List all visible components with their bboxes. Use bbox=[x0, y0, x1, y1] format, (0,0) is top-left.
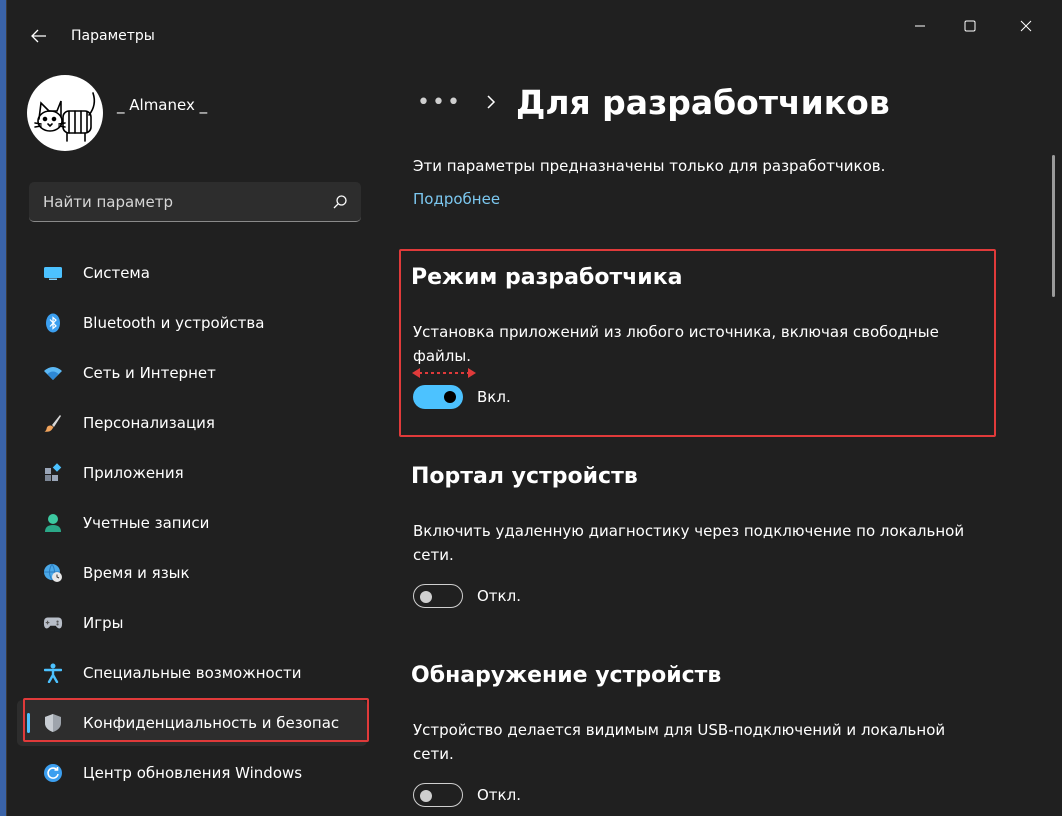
section-title-device-discovery: Обнаружение устройств bbox=[411, 663, 722, 688]
toggle-knob bbox=[420, 591, 432, 603]
gamepad-icon bbox=[43, 613, 63, 633]
close-icon bbox=[1020, 20, 1032, 32]
maximize-icon bbox=[964, 20, 976, 32]
sidebar-item-privacy-security[interactable]: Конфиденциальность и безопас bbox=[17, 700, 367, 746]
minimize-button[interactable] bbox=[897, 10, 943, 42]
page-title: Для разработчиков bbox=[515, 82, 890, 122]
sidebar-item-label: Bluetooth и устройства bbox=[83, 314, 265, 332]
section-title-developer-mode: Режим разработчика bbox=[411, 265, 683, 290]
active-indicator bbox=[27, 713, 30, 733]
sidebar-item-label: Центр обновления Windows bbox=[83, 764, 303, 782]
apps-icon bbox=[43, 463, 63, 483]
device-portal-toggle-label: Откл. bbox=[477, 587, 521, 605]
device-discovery-toggle[interactable] bbox=[413, 783, 463, 807]
developer-mode-toggle-label: Вкл. bbox=[477, 388, 511, 406]
sidebar-item-label: Персонализация bbox=[83, 414, 215, 432]
close-button[interactable] bbox=[1003, 10, 1049, 42]
sidebar-item-label: Учетные записи bbox=[83, 514, 210, 532]
back-arrow-icon bbox=[31, 29, 46, 43]
bluetooth-icon bbox=[43, 313, 63, 333]
title-bar: Параметры bbox=[7, 0, 1062, 72]
section-title-device-portal: Портал устройств bbox=[411, 464, 638, 489]
display-icon bbox=[43, 263, 63, 283]
sidebar-item-label: Время и язык bbox=[83, 564, 190, 582]
double-arrow-icon bbox=[412, 368, 476, 378]
maximize-button[interactable] bbox=[947, 10, 993, 42]
sidebar-item-apps[interactable]: Приложения bbox=[17, 450, 367, 496]
sidebar-item-label: Конфиденциальность и безопас bbox=[83, 714, 340, 732]
update-icon bbox=[43, 763, 63, 783]
person-icon bbox=[43, 513, 63, 533]
device-discovery-toggle-label: Откл. bbox=[477, 786, 521, 804]
sidebar-item-accessibility[interactable]: Специальные возможности bbox=[17, 650, 367, 696]
sidebar-item-bluetooth[interactable]: Bluetooth и устройства bbox=[17, 300, 367, 346]
sidebar-item-windows-update[interactable]: Центр обновления Windows bbox=[17, 750, 367, 796]
section-desc-device-portal: Включить удаленную диагностику через под… bbox=[413, 522, 965, 564]
settings-window: Параметры _ Almanex _ Найти параметр Сис… bbox=[6, 0, 1062, 816]
profile-name: _ Almanex _ bbox=[117, 96, 208, 114]
search-box[interactable] bbox=[29, 182, 361, 222]
device-portal-toggle[interactable] bbox=[413, 584, 463, 608]
sidebar-item-label: Игры bbox=[83, 614, 124, 632]
app-title: Параметры bbox=[71, 28, 155, 44]
avatar[interactable] bbox=[27, 75, 103, 151]
intro-text: Эти параметры предназначены только для р… bbox=[413, 157, 886, 175]
sidebar-item-label: Система bbox=[83, 264, 150, 282]
more-info-link[interactable]: Подробнее bbox=[413, 190, 500, 208]
sidebar-item-network[interactable]: Сеть и Интернет bbox=[17, 350, 367, 396]
shield-icon bbox=[43, 713, 63, 733]
toggle-knob bbox=[444, 391, 456, 403]
sidebar-item-system[interactable]: Система bbox=[17, 250, 367, 296]
minimize-icon bbox=[915, 25, 925, 27]
sidebar-item-gaming[interactable]: Игры bbox=[17, 600, 367, 646]
accessibility-icon bbox=[43, 663, 63, 683]
sidebar-item-label: Сеть и Интернет bbox=[83, 364, 216, 382]
developer-mode-toggle[interactable] bbox=[413, 385, 463, 409]
search-icon[interactable] bbox=[331, 193, 349, 211]
section-desc-developer-mode: Установка приложений из любого источника… bbox=[413, 323, 939, 365]
breadcrumb-more-button[interactable]: ••• bbox=[417, 90, 462, 115]
brush-icon bbox=[43, 413, 63, 433]
back-button[interactable] bbox=[25, 22, 53, 50]
sidebar-item-accounts[interactable]: Учетные записи bbox=[17, 500, 367, 546]
globe-clock-icon bbox=[43, 563, 63, 583]
chevron-right-icon bbox=[487, 95, 495, 109]
search-input[interactable] bbox=[41, 182, 325, 222]
sidebar-item-time-language[interactable]: Время и язык bbox=[17, 550, 367, 596]
sidebar-item-personalization[interactable]: Персонализация bbox=[17, 400, 367, 446]
wifi-icon bbox=[43, 363, 63, 383]
toggle-knob bbox=[420, 790, 432, 802]
scrollbar-thumb[interactable] bbox=[1052, 155, 1055, 297]
sidebar-item-label: Специальные возможности bbox=[83, 664, 302, 682]
cat-drawing-avatar bbox=[34, 92, 96, 142]
sidebar-item-label: Приложения bbox=[83, 464, 184, 482]
sidebar-nav: Система Bluetooth и устройства Сеть и Ин… bbox=[17, 250, 367, 800]
breadcrumb: ••• Для разработчиков bbox=[417, 78, 890, 126]
section-desc-device-discovery: Устройство делается видимым для USB-подк… bbox=[413, 721, 946, 763]
